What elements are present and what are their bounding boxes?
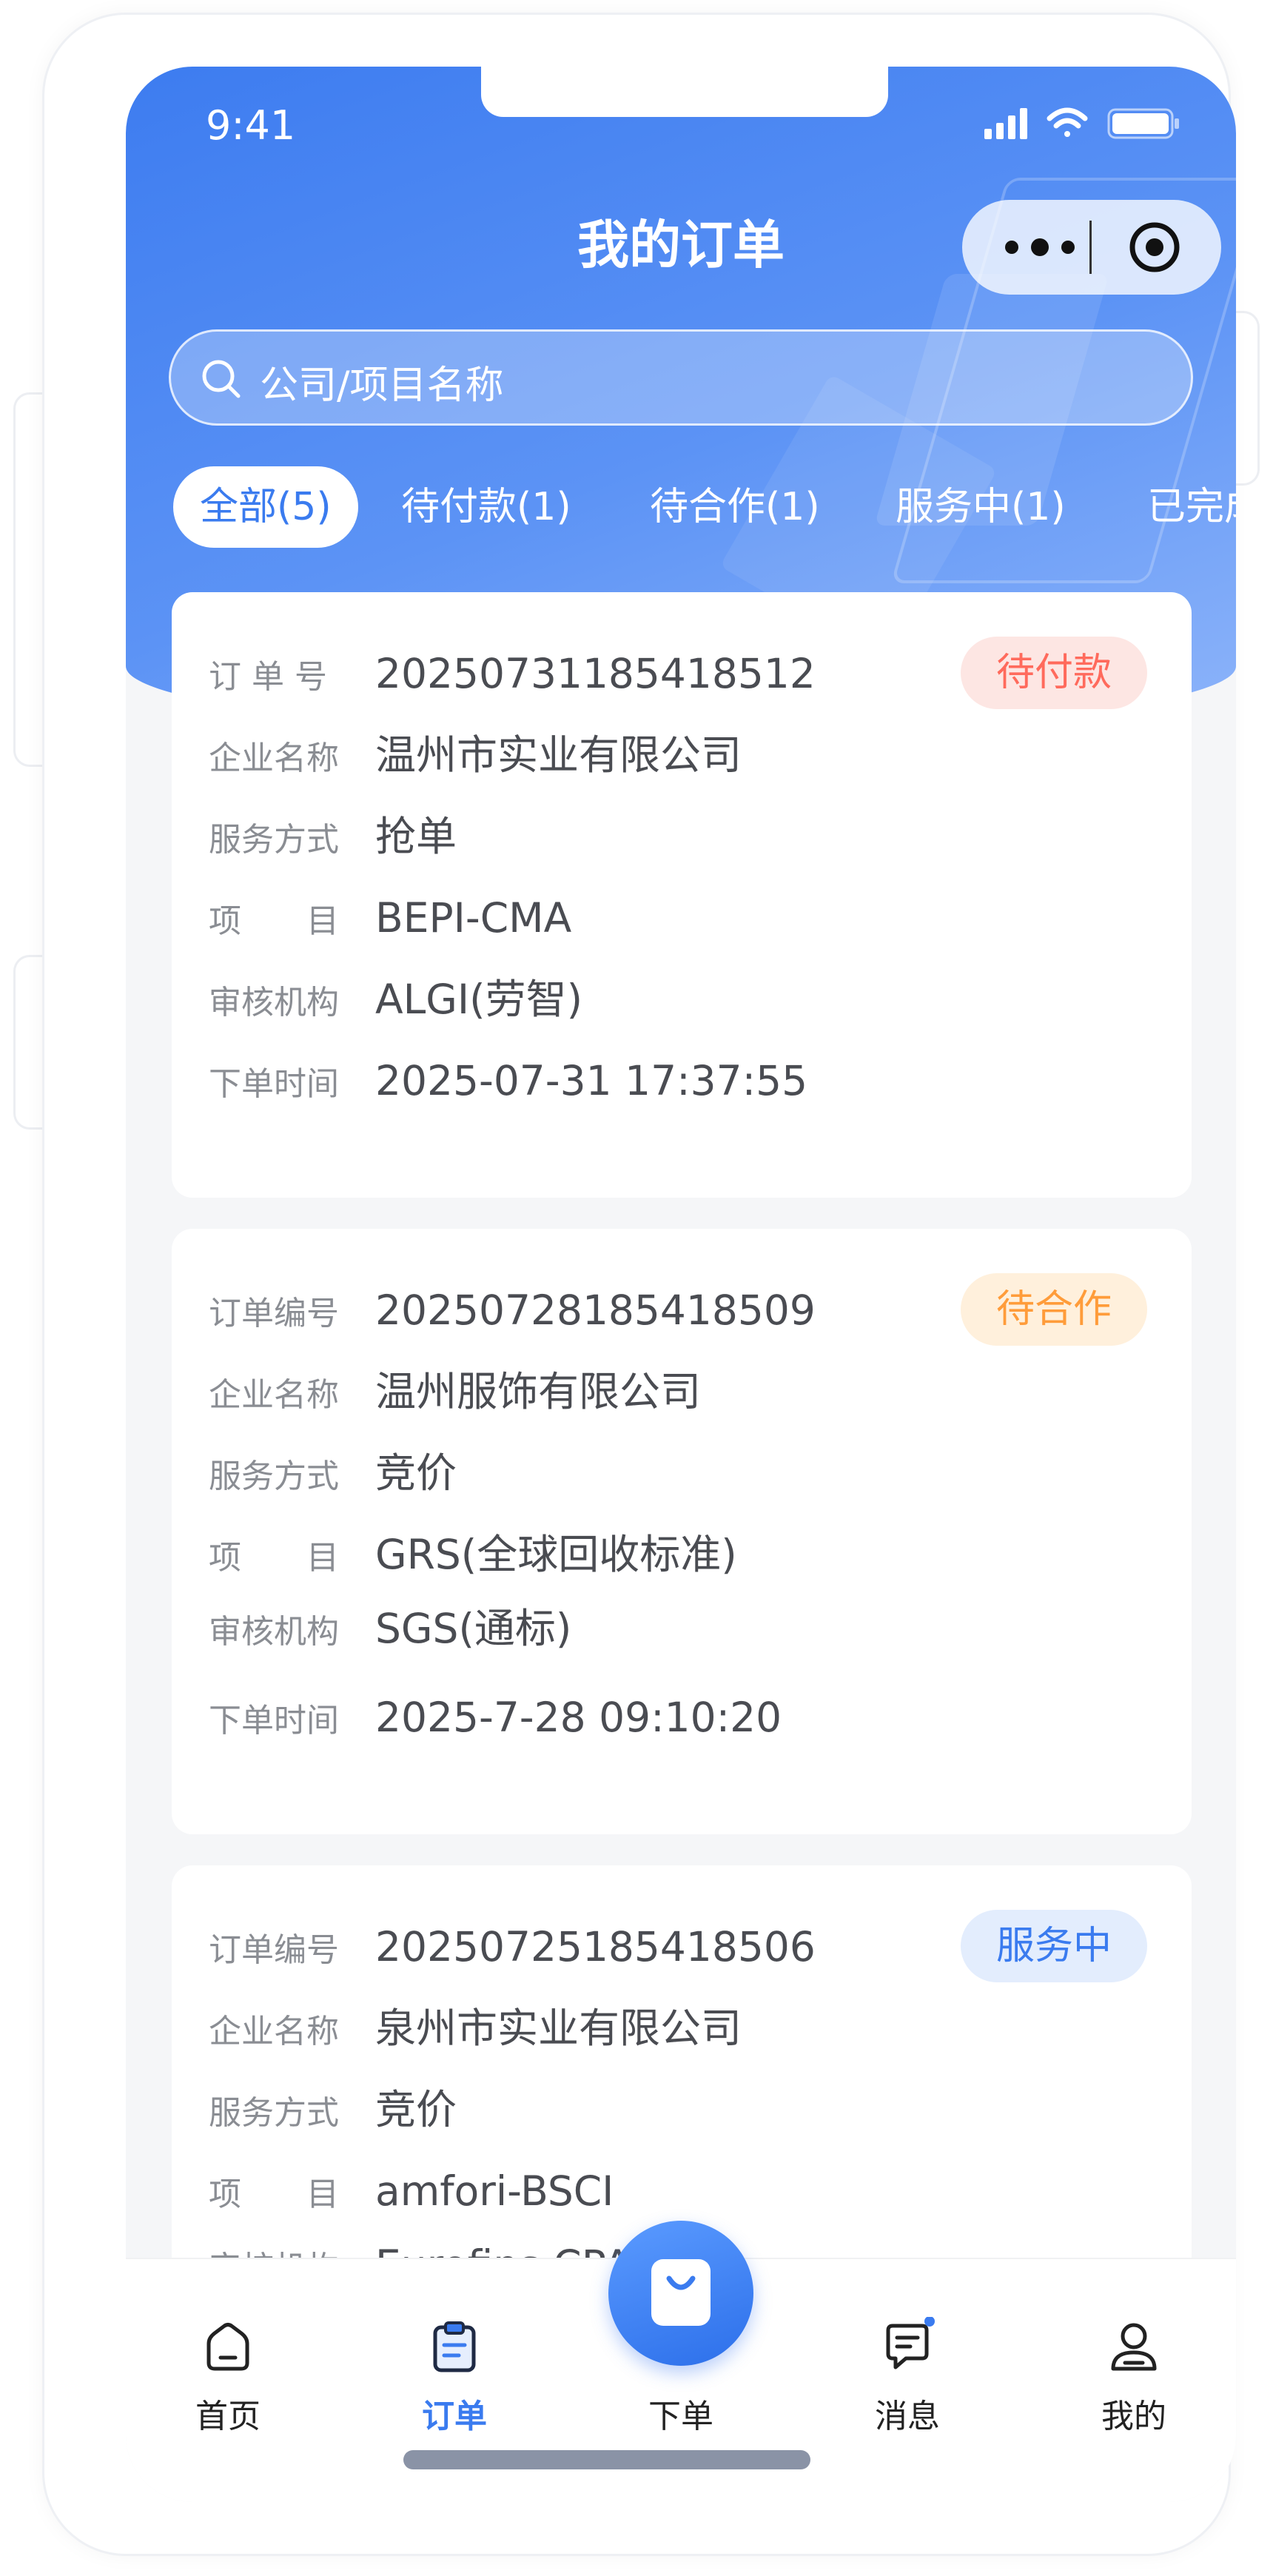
company-row: 企业名称 温州市实业有限公司: [209, 725, 742, 785]
company-row: 企业名称 泉州市实业有限公司: [209, 1999, 742, 2058]
order-number-label: 订单编号: [209, 1295, 339, 1332]
service-mode: 竞价: [375, 2086, 457, 2133]
tab-in-service[interactable]: 服务中(1): [896, 466, 1066, 548]
mini-program-capsule[interactable]: [962, 200, 1221, 295]
tabbar-item-home[interactable]: 首页: [154, 2317, 302, 2437]
company-label: 企业名称: [209, 739, 339, 777]
order-number: 20250728185418509: [375, 1287, 816, 1334]
project-name: GRS(全球回收标准): [375, 1531, 737, 1578]
search-icon: [202, 360, 241, 398]
project-label: 项 目: [209, 902, 339, 940]
place-order-fab[interactable]: [608, 2221, 753, 2366]
project-row: 项 目 amfori-BSCI: [209, 2161, 614, 2221]
auditor-name: ALGI(劳智): [375, 976, 583, 1023]
project-name: amfori-BSCI: [375, 2167, 614, 2215]
tab-completed[interactable]: 已完成: [1147, 466, 1236, 548]
order-status-tabs: 全部(5) 待付款(1) 待合作(1) 服务中(1) 已完成: [126, 466, 1236, 548]
order-time-label: 下单时间: [209, 1702, 339, 1740]
phone-screen: 9:41 我的 订单 公司/项目名称 全部(5) 待付款(1) 待合作(1) 服务…: [126, 67, 1236, 2502]
project-row: 项 目 GRS(全球回收标准): [209, 1525, 737, 1584]
camera-notch: [481, 67, 888, 117]
order-card[interactable]: 待付款 订 单 号 20250731185418512 企业名称 温州市实业有限公司…: [172, 592, 1192, 1198]
order-number-label: 订单编号: [209, 1931, 339, 1969]
service-mode-row: 服务方式 抢单: [209, 807, 457, 866]
close-target-icon[interactable]: [1126, 219, 1183, 275]
service-mode-row: 服务方式 竞价: [209, 2080, 457, 2139]
auditor-name: SGS(通标): [375, 1605, 572, 1652]
tabbar-label-orders: 订单: [422, 2398, 487, 2435]
tab-pending-cooperation[interactable]: 待合作(1): [650, 466, 820, 548]
signal-icon: [984, 108, 1027, 139]
shopping-bag-icon: [651, 2259, 711, 2326]
tabbar-item-messages[interactable]: 消息: [833, 2317, 981, 2437]
order-number: 20250725185418506: [375, 1923, 816, 1970]
side-handle-left-1: [13, 392, 45, 767]
company-name: 温州市实业有限公司: [375, 731, 742, 779]
user-icon: [1111, 2323, 1157, 2371]
order-time: 2025-7-28 09:10:20: [375, 1694, 782, 1741]
tabbar-label-place-order[interactable]: 下单: [607, 2389, 755, 2437]
more-icon[interactable]: [995, 222, 1084, 272]
service-mode-label: 服务方式: [209, 2094, 339, 2132]
order-number: 20250731185418512: [375, 650, 816, 697]
order-number-row: 订单编号 20250728185418509: [209, 1281, 816, 1340]
side-handle-left-2: [13, 955, 45, 1130]
home-icon: [206, 2323, 249, 2371]
tabbar-item-orders[interactable]: 订单: [380, 2317, 528, 2437]
order-time: 2025-07-31 17:37:55: [375, 1057, 808, 1104]
order-number-row: 订单编号 20250725185418506: [209, 1917, 816, 1976]
order-card[interactable]: 待合作 订单编号 20250728185418509 企业名称 温州服饰有限公司 服…: [172, 1229, 1192, 1834]
order-time-row: 下单时间 2025-7-28 09:10:20: [209, 1688, 782, 1747]
order-number-label: 订 单 号: [209, 658, 327, 696]
auditor-row: 审核机构 SGS(通标): [209, 1599, 571, 1658]
company-label: 企业名称: [209, 1376, 339, 1414]
tabbar-label-profile: 我的: [1101, 2398, 1166, 2435]
status-badge: 待合作: [960, 1273, 1147, 1346]
status-badge: 服务中: [960, 1910, 1147, 1982]
auditor-row: 审核机构 ALGI(劳智): [209, 970, 582, 1029]
tabbar-label-home: 首页: [195, 2398, 261, 2435]
clipboard-icon: [433, 2321, 476, 2372]
tabbar-label-messages: 消息: [875, 2398, 940, 2435]
project-label: 项 目: [209, 2176, 339, 2213]
project-name: BEPI-CMA: [375, 894, 572, 942]
auditor-label: 审核机构: [209, 1613, 339, 1651]
company-name: 温州服饰有限公司: [375, 1368, 702, 1415]
company-name: 泉州市实业有限公司: [375, 2005, 742, 2052]
search-placeholder[interactable]: 公司/项目名称: [260, 354, 504, 409]
wifi-icon: [1047, 107, 1088, 137]
battery-icon: [1107, 108, 1179, 139]
service-mode-label: 服务方式: [209, 1458, 339, 1495]
service-mode: 竞价: [375, 1449, 457, 1497]
company-label: 企业名称: [209, 2013, 339, 2050]
auditor-label: 审核机构: [209, 984, 339, 1022]
tab-all[interactable]: 全部(5): [173, 466, 358, 548]
company-row: 企业名称 温州服饰有限公司: [209, 1362, 701, 1421]
order-number-row: 订 单 号 20250731185418512: [209, 644, 816, 703]
tabbar-item-profile[interactable]: 我的: [1060, 2317, 1208, 2437]
project-row: 项 目 BEPI-CMA: [209, 888, 571, 947]
search-bar[interactable]: 公司/项目名称: [169, 329, 1193, 426]
tab-pending-payment[interactable]: 待付款(1): [401, 466, 571, 548]
status-time: 9:41: [206, 102, 296, 149]
message-icon: [886, 2317, 935, 2369]
service-mode-label: 服务方式: [209, 821, 339, 859]
service-mode: 抢单: [375, 813, 457, 860]
home-indicator[interactable]: [403, 2450, 810, 2469]
order-time-label: 下单时间: [209, 1065, 339, 1103]
status-icons: [984, 107, 1179, 139]
order-time-row: 下单时间 2025-07-31 17:37:55: [209, 1051, 807, 1110]
phone-frame: 9:41 我的 订单 公司/项目名称 全部(5) 待付款(1) 待合作(1) 服务…: [44, 15, 1236, 2554]
service-mode-row: 服务方式 竞价: [209, 1443, 457, 1503]
project-label: 项 目: [209, 1539, 339, 1577]
status-badge: 待付款: [960, 637, 1147, 709]
